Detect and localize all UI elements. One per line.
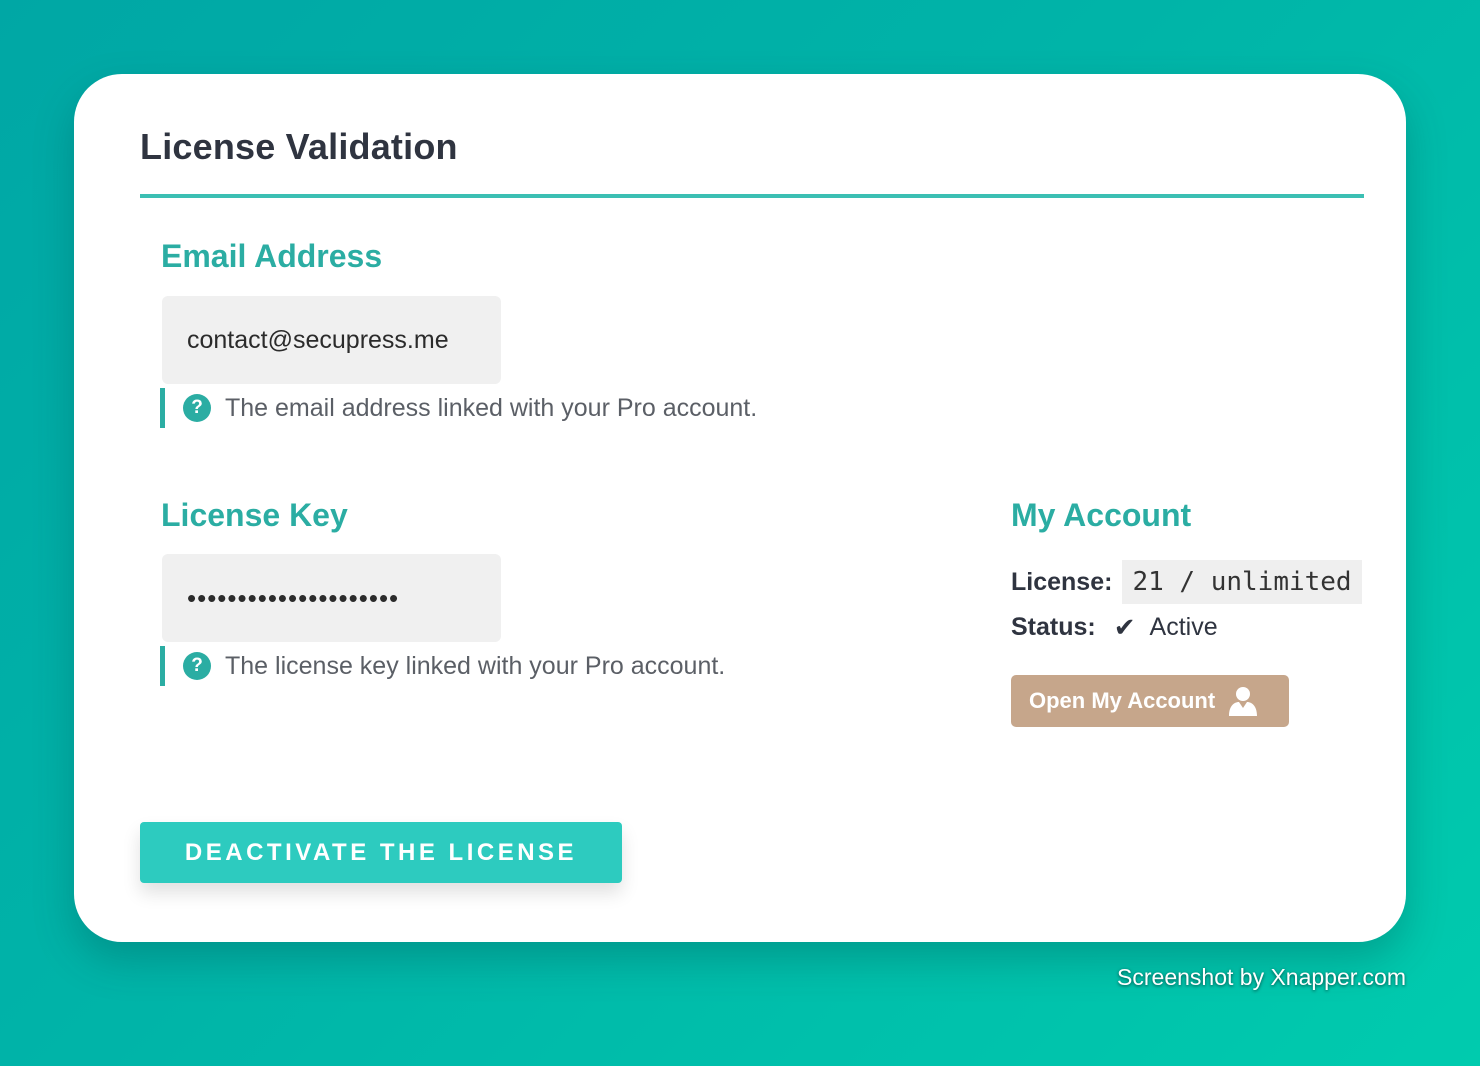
page-title: License Validation bbox=[140, 126, 458, 167]
deactivate-license-button[interactable]: DEACTIVATE THE LICENSE bbox=[140, 822, 622, 883]
account-license-label: License: bbox=[1011, 567, 1113, 596]
license-key-help-text: The license key linked with your Pro acc… bbox=[225, 651, 726, 680]
license-key-field[interactable]: ••••••••••••••••••••• bbox=[162, 554, 501, 642]
open-my-account-label: Open My Account bbox=[1029, 688, 1216, 713]
license-validation-card: License Validation Email Address contact… bbox=[74, 74, 1406, 942]
license-key-value: ••••••••••••••••••••• bbox=[187, 582, 400, 613]
email-value: contact@secupress.me bbox=[187, 325, 449, 354]
question-icon: ? bbox=[183, 652, 211, 680]
account-status-row: Status: ✔ Active bbox=[1011, 612, 1218, 643]
account-license-row: License: 21 / unlimited bbox=[1011, 560, 1362, 604]
email-label: Email Address bbox=[161, 238, 383, 274]
account-status-label: Status: bbox=[1011, 613, 1096, 641]
account-status-value: Active bbox=[1149, 613, 1218, 641]
question-icon: ? bbox=[183, 394, 211, 422]
check-icon: ✔ bbox=[1113, 612, 1136, 642]
email-help: ? The email address linked with your Pro… bbox=[160, 388, 757, 428]
my-account-title: My Account bbox=[1011, 497, 1192, 533]
license-key-help: ? The license key linked with your Pro a… bbox=[160, 646, 725, 686]
email-help-text: The email address linked with your Pro a… bbox=[225, 393, 758, 422]
title-divider bbox=[140, 194, 1364, 198]
open-my-account-button[interactable]: Open My Account bbox=[1011, 675, 1289, 727]
license-key-label: License Key bbox=[161, 497, 348, 533]
email-field[interactable]: contact@secupress.me bbox=[162, 296, 501, 384]
user-icon bbox=[1229, 687, 1258, 716]
screenshot-credit: Screenshot by Xnapper.com bbox=[1117, 964, 1406, 990]
account-license-value: 21 / unlimited bbox=[1122, 560, 1362, 604]
